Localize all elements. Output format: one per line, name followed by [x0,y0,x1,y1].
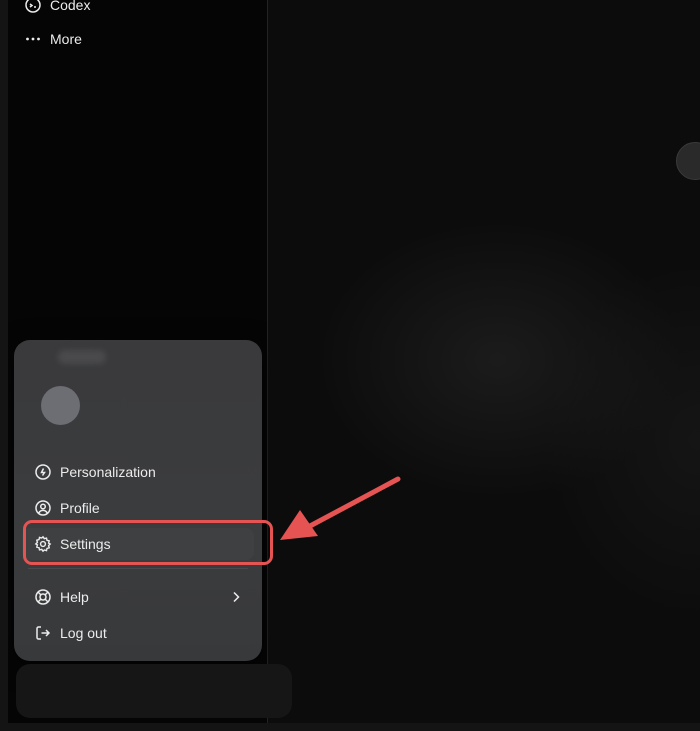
lifebuoy-icon [34,588,52,606]
logout-icon [34,624,52,642]
edge-button[interactable] [676,142,700,180]
more-dots-icon [26,37,40,41]
menu-item-label: Personalization [60,464,156,480]
avatar [41,386,80,425]
personalization-icon [34,463,52,481]
annotation-arrow [280,476,401,540]
sidebar-item-more[interactable]: More [24,28,82,50]
blurred-account-name [58,350,106,364]
menu-item-label: Log out [60,625,107,641]
app-window: Codex More Personalization Profile Setti… [8,0,700,723]
codex-icon [25,0,41,13]
account-bar[interactable] [16,664,292,718]
profile-icon [34,499,52,517]
menu-item-label: Help [60,589,89,605]
sidebar: Codex More Personalization Profile Setti… [8,0,268,723]
account-menu: Personalization Profile Settings Help Lo… [14,340,262,661]
main-area [268,0,700,723]
sidebar-item-label: More [50,31,82,47]
settings-highlight-box [23,520,273,565]
menu-item-label: Profile [60,500,100,516]
sidebar-item-codex[interactable]: Codex [24,0,90,16]
chevron-right-icon [233,591,240,603]
sidebar-item-label: Codex [50,0,91,13]
menu-item-logout[interactable]: Log out [22,617,254,649]
menu-item-help[interactable]: Help [22,581,254,613]
menu-divider [28,568,248,569]
menu-item-personalization[interactable]: Personalization [22,456,254,488]
